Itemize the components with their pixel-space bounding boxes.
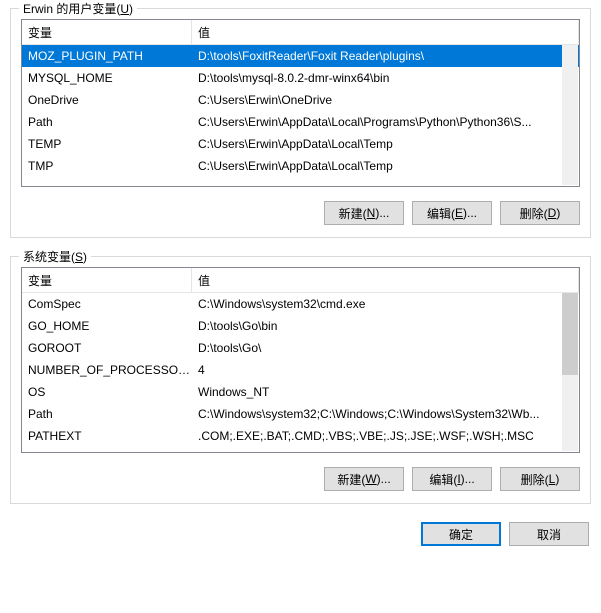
new-user-var-button[interactable]: 新建(N)...: [324, 201, 404, 225]
table-row[interactable]: NUMBER_OF_PROCESSORS4: [22, 359, 579, 381]
table-row[interactable]: OSWindows_NT: [22, 381, 579, 403]
var-name-cell: GO_HOME: [22, 319, 192, 333]
system-vars-header: 变量 值: [22, 268, 579, 293]
var-name-cell: OneDrive: [22, 93, 192, 107]
dialog-buttons: 确定 取消: [10, 522, 591, 546]
var-value-cell: D:\tools\FoxitReader\Foxit Reader\plugin…: [192, 49, 579, 63]
var-name-cell: NUMBER_OF_PROCESSORS: [22, 363, 192, 377]
var-name-cell: ComSpec: [22, 297, 192, 311]
scrollbar-thumb[interactable]: [562, 293, 578, 375]
table-row[interactable]: MYSQL_HOMED:\tools\mysql-8.0.2-dmr-winx6…: [22, 67, 579, 89]
table-row[interactable]: PATHEXT.COM;.EXE;.BAT;.CMD;.VBS;.VBE;.JS…: [22, 425, 579, 447]
cancel-button[interactable]: 取消: [509, 522, 589, 546]
var-value-cell: C:\Users\Erwin\OneDrive: [192, 93, 579, 107]
var-value-cell: D:\tools\Go\bin: [192, 319, 579, 333]
var-name-cell: MOZ_PLUGIN_PATH: [22, 49, 192, 63]
ok-button[interactable]: 确定: [421, 522, 501, 546]
table-row[interactable]: MOZ_PLUGIN_PATHD:\tools\FoxitReader\Foxi…: [22, 45, 579, 67]
delete-user-var-button[interactable]: 删除(D): [500, 201, 580, 225]
delete-system-var-button[interactable]: 删除(L): [500, 467, 580, 491]
table-row[interactable]: PathC:\Users\Erwin\AppData\Local\Program…: [22, 111, 579, 133]
table-row[interactable]: ComSpecC:\Windows\system32\cmd.exe: [22, 293, 579, 315]
user-vars-list[interactable]: 变量 值 MOZ_PLUGIN_PATHD:\tools\FoxitReader…: [21, 19, 580, 187]
var-name-cell: Path: [22, 115, 192, 129]
var-value-cell: Windows_NT: [192, 385, 579, 399]
var-name-cell: Path: [22, 407, 192, 421]
col-header-value[interactable]: 值: [192, 268, 579, 292]
new-system-var-button[interactable]: 新建(W)...: [324, 467, 404, 491]
user-vars-group: Erwin 的用户变量(U) 变量 值 MOZ_PLUGIN_PATHD:\to…: [10, 8, 591, 238]
var-name-cell: TMP: [22, 159, 192, 173]
var-value-cell: C:\Users\Erwin\AppData\Local\Temp: [192, 159, 579, 173]
var-value-cell: C:\Windows\system32\cmd.exe: [192, 297, 579, 311]
var-name-cell: TEMP: [22, 137, 192, 151]
col-header-value[interactable]: 值: [192, 20, 579, 44]
user-vars-title-key: U: [120, 2, 129, 16]
table-row[interactable]: GO_HOMED:\tools\Go\bin: [22, 315, 579, 337]
var-value-cell: D:\tools\mysql-8.0.2-dmr-winx64\bin: [192, 71, 579, 85]
user-vars-scrollbar[interactable]: [562, 45, 578, 185]
user-vars-title-prefix: Erwin 的用户变量(: [23, 2, 120, 16]
table-row[interactable]: TEMPC:\Users\Erwin\AppData\Local\Temp: [22, 133, 579, 155]
env-vars-dialog: Erwin 的用户变量(U) 变量 值 MOZ_PLUGIN_PATHD:\to…: [0, 0, 601, 613]
scrollbar-thumb[interactable]: [562, 45, 578, 185]
var-value-cell: C:\Users\Erwin\AppData\Local\Temp: [192, 137, 579, 151]
system-vars-scrollbar[interactable]: [562, 293, 578, 451]
var-value-cell: C:\Users\Erwin\AppData\Local\Programs\Py…: [192, 115, 579, 129]
col-header-name[interactable]: 变量: [22, 20, 192, 44]
var-value-cell: 4: [192, 363, 579, 377]
user-vars-title-suffix: ): [129, 2, 133, 16]
system-vars-group: 系统变量(S) 变量 值 ComSpecC:\Windows\system32\…: [10, 256, 591, 504]
var-value-cell: D:\tools\Go\: [192, 341, 579, 355]
user-vars-buttons: 新建(N)... 编辑(E)... 删除(D): [21, 201, 580, 225]
user-vars-header: 变量 值: [22, 20, 579, 45]
edit-system-var-button[interactable]: 编辑(I)...: [412, 467, 492, 491]
var-name-cell: GOROOT: [22, 341, 192, 355]
table-row[interactable]: GOROOTD:\tools\Go\: [22, 337, 579, 359]
system-vars-list[interactable]: 变量 值 ComSpecC:\Windows\system32\cmd.exeG…: [21, 267, 580, 453]
user-vars-title: Erwin 的用户变量(U): [19, 0, 137, 17]
table-row[interactable]: TMPC:\Users\Erwin\AppData\Local\Temp: [22, 155, 579, 177]
var-value-cell: .COM;.EXE;.BAT;.CMD;.VBS;.VBE;.JS;.JSE;.…: [192, 429, 579, 443]
var-name-cell: OS: [22, 385, 192, 399]
var-value-cell: C:\Windows\system32;C:\Windows;C:\Window…: [192, 407, 579, 421]
table-row[interactable]: OneDriveC:\Users\Erwin\OneDrive: [22, 89, 579, 111]
system-vars-title: 系统变量(S): [19, 248, 91, 265]
var-name-cell: PATHEXT: [22, 429, 192, 443]
system-vars-buttons: 新建(W)... 编辑(I)... 删除(L): [21, 467, 580, 491]
table-row[interactable]: PathC:\Windows\system32;C:\Windows;C:\Wi…: [22, 403, 579, 425]
edit-user-var-button[interactable]: 编辑(E)...: [412, 201, 492, 225]
col-header-name[interactable]: 变量: [22, 268, 192, 292]
var-name-cell: MYSQL_HOME: [22, 71, 192, 85]
